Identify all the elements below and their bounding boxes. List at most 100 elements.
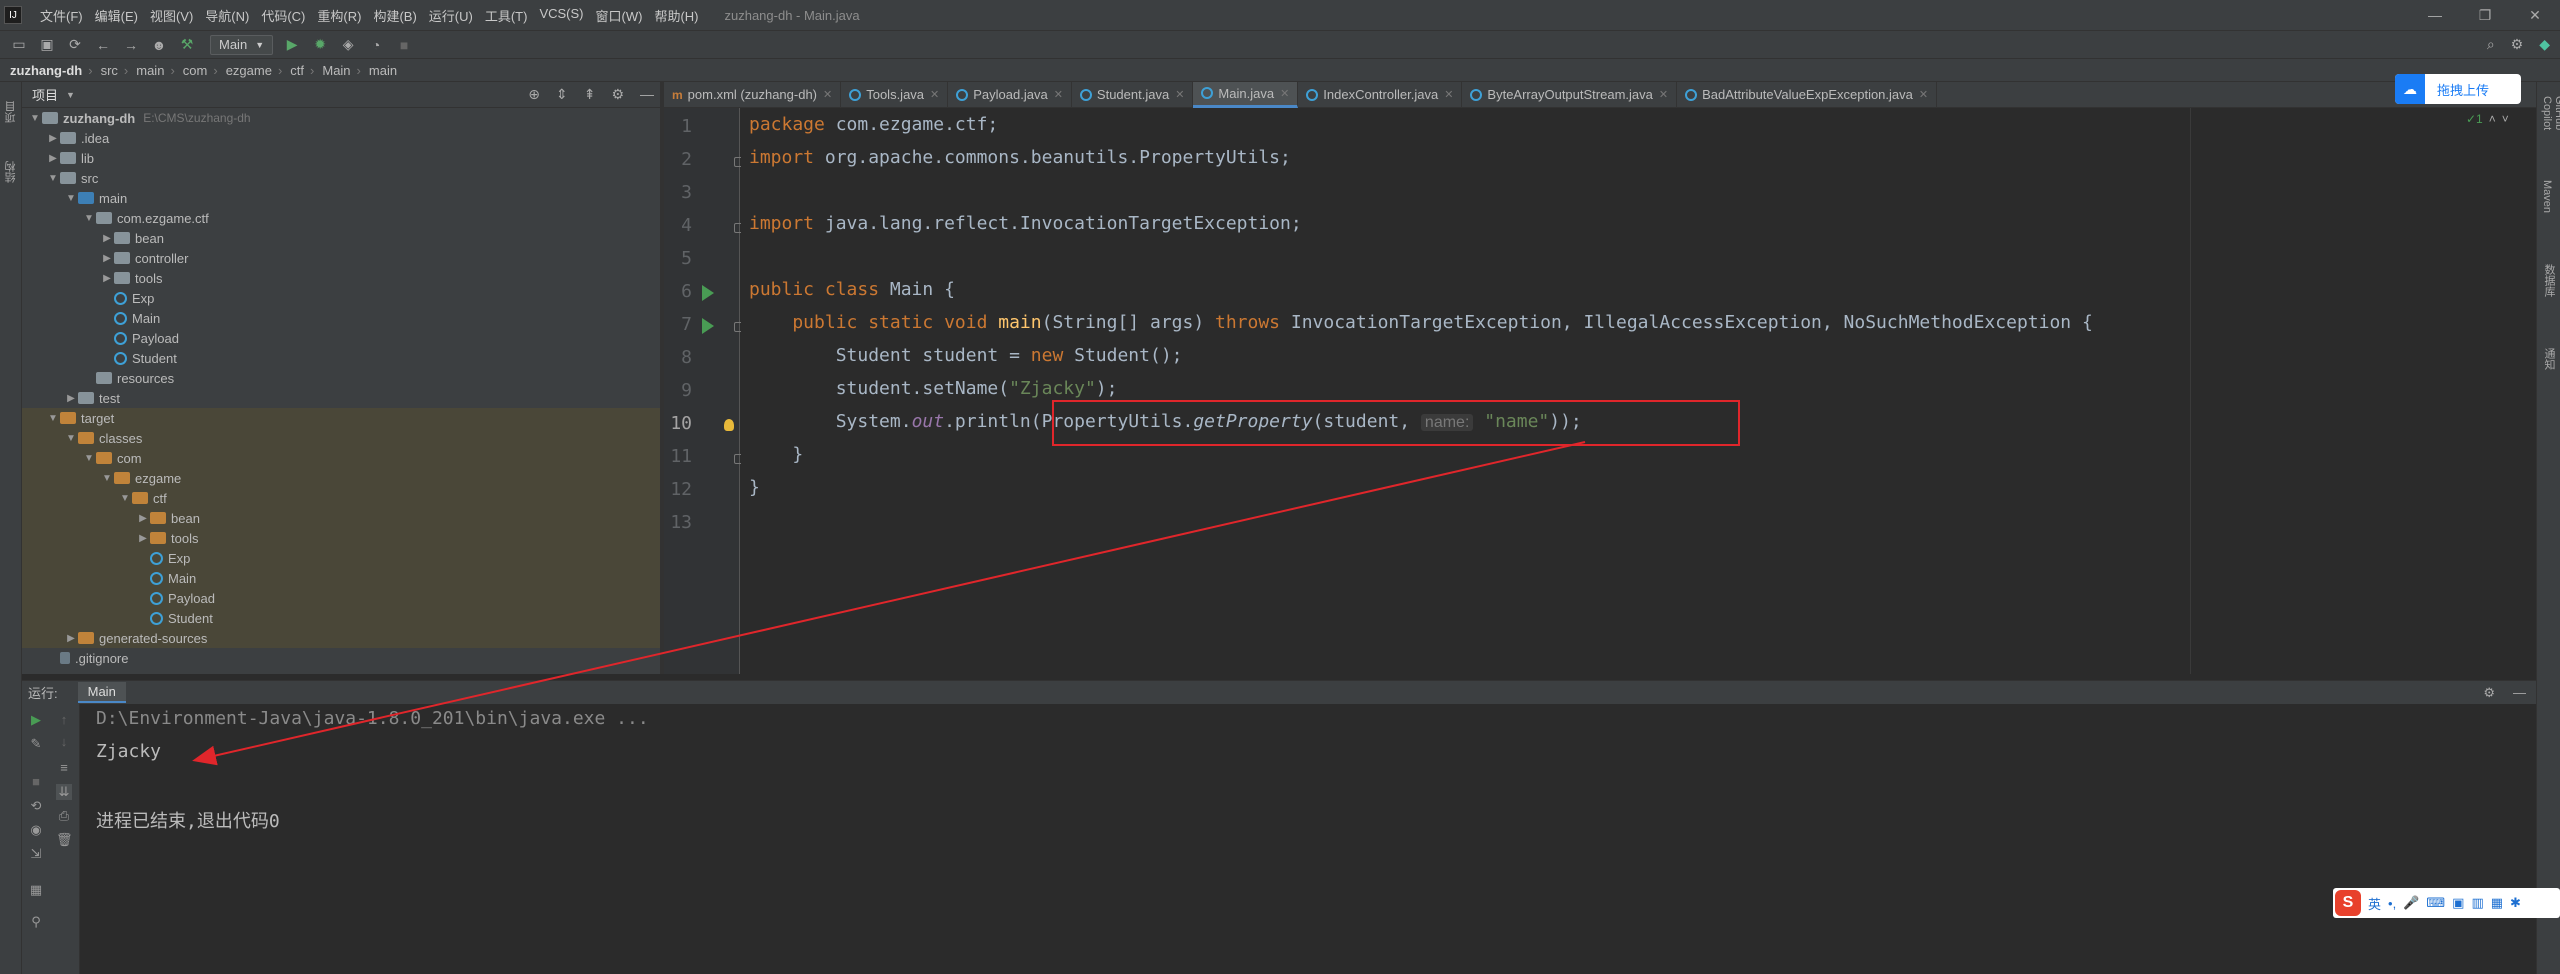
chevron-down-icon[interactable]: ▼: [28, 113, 42, 124]
console-output[interactable]: D:\Environment-Java\java-1.8.0_201\bin\j…: [80, 704, 2536, 974]
collapse-all-icon[interactable]: ⇞: [584, 86, 596, 103]
close-icon[interactable]: ✕: [1280, 87, 1289, 100]
gear-icon[interactable]: ⚙: [611, 86, 624, 103]
tab-payload-java[interactable]: Payload.java ✕: [948, 81, 1072, 108]
stripe-maven[interactable]: Maven: [2541, 180, 2553, 250]
soft-wrap-icon[interactable]: ≡: [56, 760, 72, 775]
tree-item[interactable]: ▼ main: [22, 188, 660, 208]
tab-indexcontroller-java[interactable]: IndexController.java ✕: [1298, 81, 1463, 108]
drag-upload-button[interactable]: ☁ 拖拽上传: [2395, 74, 2521, 104]
debug-icon[interactable]: ✹: [311, 36, 329, 53]
chevron-down-icon[interactable]: ▼: [66, 90, 75, 100]
tree-item[interactable]: Payload: [22, 588, 660, 608]
expand-all-icon[interactable]: ⇕: [556, 86, 568, 103]
tab-main-java[interactable]: Main.java ✕: [1193, 81, 1299, 108]
camera-icon[interactable]: ◉: [28, 822, 44, 838]
menu-help[interactable]: 帮助(H): [654, 6, 698, 25]
tab-badattributevalueexpexception-java[interactable]: BadAttributeValueExpException.java ✕: [1677, 81, 1938, 108]
forward-icon[interactable]: →: [122, 37, 140, 53]
chevron-down-icon[interactable]: ˅: [2502, 112, 2509, 126]
breadcrumb-src[interactable]: src: [101, 63, 118, 78]
tree-item[interactable]: Main: [22, 568, 660, 588]
settings-icon[interactable]: ✱: [2510, 895, 2521, 911]
chevron-down-icon[interactable]: ▼: [100, 473, 114, 484]
chevron-right-icon[interactable]: ▶: [64, 633, 78, 644]
back-icon[interactable]: ←: [94, 37, 112, 53]
tree-item[interactable]: ▶ bean: [22, 228, 660, 248]
stripe-project[interactable]: 项目: [0, 82, 22, 142]
stop-icon[interactable]: ■: [395, 37, 413, 53]
coverage-icon[interactable]: ◈: [339, 36, 357, 53]
save-icon[interactable]: ▣: [38, 36, 56, 53]
search-icon[interactable]: ⌕: [2487, 36, 2495, 53]
arrow-up-icon[interactable]: ↑: [56, 712, 72, 727]
chevron-down-icon[interactable]: ▼: [64, 433, 78, 444]
chevron-right-icon[interactable]: ▶: [136, 513, 150, 524]
chevron-right-icon[interactable]: ▶: [136, 533, 150, 544]
run-gutter-icon[interactable]: [702, 285, 714, 301]
menu-run[interactable]: 运行(U): [429, 6, 473, 25]
close-icon[interactable]: ✕: [1175, 88, 1184, 101]
close-icon[interactable]: ✕: [2510, 7, 2560, 24]
stripe-copilot[interactable]: GitHub Copilot: [2541, 96, 2560, 166]
breadcrumb-com[interactable]: com: [183, 63, 208, 78]
tree-item[interactable]: ▶ test: [22, 388, 660, 408]
tree-item[interactable]: ▶ tools: [22, 268, 660, 288]
breadcrumb-method[interactable]: main: [369, 63, 397, 78]
open-icon[interactable]: ▭: [10, 36, 28, 53]
stripe-database[interactable]: 数据库: [2541, 264, 2557, 334]
tree-item[interactable]: ▶ bean: [22, 508, 660, 528]
build-hammer-icon[interactable]: ⚒: [178, 36, 196, 53]
menu-navigate[interactable]: 导航(N): [205, 6, 249, 25]
punctuation-icon[interactable]: •,: [2388, 896, 2396, 911]
tree-item[interactable]: Main: [22, 308, 660, 328]
chevron-right-icon[interactable]: ▶: [100, 233, 114, 244]
run-gutter-icon[interactable]: [702, 318, 714, 334]
chevron-down-icon[interactable]: ▼: [82, 453, 96, 464]
scroll-to-end-icon[interactable]: ⇊: [56, 784, 72, 800]
tree-item[interactable]: ▼ target: [22, 408, 660, 428]
chevron-down-icon[interactable]: ▼: [82, 213, 96, 224]
chevron-down-icon[interactable]: ▼: [118, 493, 132, 504]
close-icon[interactable]: ✕: [1054, 88, 1063, 101]
close-icon[interactable]: ✕: [930, 88, 939, 101]
chevron-right-icon[interactable]: ▶: [64, 393, 78, 404]
tab-pom-xml-zuzhang-dh[interactable]: m pom.xml (zuzhang-dh) ✕: [664, 81, 842, 108]
tree-item[interactable]: ▶ generated-sources: [22, 628, 660, 648]
code-editor[interactable]: package com.ezgame.ctf; import org.apach…: [741, 108, 2536, 674]
gear-icon[interactable]: ⚙: [2483, 685, 2495, 701]
keyboard-icon[interactable]: ⌨: [2426, 895, 2445, 911]
close-icon[interactable]: ✕: [1659, 88, 1668, 101]
tree-item[interactable]: Exp: [22, 288, 660, 308]
tab-tools-java[interactable]: Tools.java ✕: [841, 81, 949, 108]
pin-icon[interactable]: ⚲: [28, 914, 44, 930]
trash-icon[interactable]: 🗑: [56, 832, 73, 848]
wrench-icon[interactable]: ✎: [28, 736, 44, 752]
inspection-widget[interactable]: ✓1 ˄ ˅: [2460, 112, 2509, 126]
tree-item[interactable]: ▶ lib: [22, 148, 660, 168]
restore-icon[interactable]: ❐: [2460, 7, 2510, 24]
chevron-down-icon[interactable]: ▼: [46, 413, 60, 424]
project-panel-title[interactable]: 项目: [32, 85, 58, 104]
breadcrumb-ezgame[interactable]: ezgame: [226, 63, 272, 78]
tab-bytearrayoutputstream-java[interactable]: ByteArrayOutputStream.java ✕: [1462, 81, 1678, 108]
print-icon[interactable]: ⎙: [56, 808, 72, 824]
chevron-right-icon[interactable]: ▶: [46, 133, 60, 144]
ime-mode[interactable]: 英: [2368, 894, 2381, 913]
tree-item[interactable]: resources: [22, 368, 660, 388]
chevron-right-icon[interactable]: ▶: [100, 253, 114, 264]
chevron-up-icon[interactable]: ˄: [2489, 112, 2496, 126]
tree-item[interactable]: ▼ com: [22, 448, 660, 468]
stop-icon[interactable]: ■: [28, 774, 44, 789]
tree-item[interactable]: ▶ controller: [22, 248, 660, 268]
microphone-icon[interactable]: 🎤: [2403, 895, 2419, 911]
menu-edit[interactable]: 编辑(E): [95, 6, 138, 25]
exit-icon[interactable]: ⇲: [28, 846, 44, 862]
menu-window[interactable]: 窗口(W): [596, 6, 643, 25]
minimize-icon[interactable]: —: [2410, 7, 2460, 24]
hide-icon[interactable]: —: [2513, 685, 2526, 701]
layout-icon[interactable]: ▦: [28, 882, 44, 898]
run-config-select[interactable]: Main ▼: [210, 34, 274, 55]
stripe-structure[interactable]: 结构: [0, 142, 22, 202]
menu-file[interactable]: 文件(F): [40, 6, 83, 25]
